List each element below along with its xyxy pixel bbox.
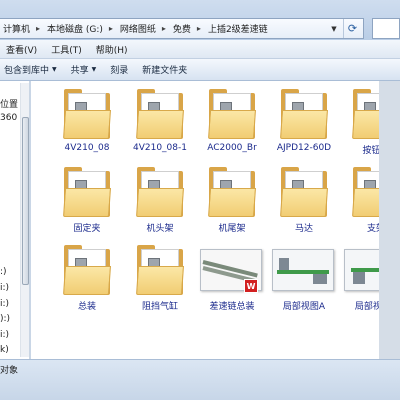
folder-item-head-frame[interactable]: 机头架 [124, 163, 196, 235]
chevron-down-icon: ▼ [52, 66, 57, 73]
nav-item[interactable]: 360 [0, 113, 17, 123]
folder-item-ac2000-br[interactable]: AC2000_Br [196, 85, 268, 157]
nav-item[interactable]: k) [0, 345, 9, 355]
include-in-library-button[interactable]: 包含到库中 ▼ [0, 63, 67, 76]
folder-icon [51, 85, 123, 143]
file-label: 总装 [77, 302, 96, 312]
nav-scrollbar[interactable] [20, 83, 29, 357]
file-label: 机头架 [146, 224, 174, 234]
folder-icon [124, 241, 196, 299]
file-label: 固定夹 [73, 224, 101, 234]
navigation-pane: 位置 360 :) i:) i:) ):) i:) k) [0, 81, 30, 359]
menu-view[interactable]: 查看(V) [0, 43, 45, 56]
folder-item-ajpd12-60d[interactable]: AJPD12-60D [268, 85, 340, 157]
menu-tools[interactable]: 工具(T) [45, 43, 90, 56]
new-folder-button[interactable]: 新建文件夹 [138, 63, 197, 76]
chevron-right-icon[interactable]: ▸ [193, 19, 205, 38]
nav-item[interactable]: 位置 [0, 97, 18, 110]
chevron-right-icon[interactable]: ▸ [32, 19, 44, 38]
chevron-down-icon: ▼ [91, 66, 97, 73]
folder-item-assembly[interactable]: 总装 [51, 241, 123, 313]
solidworks-badge-icon: W [244, 279, 258, 293]
file-label: AC2000_Br [207, 143, 257, 153]
breadcrumb-local-disk[interactable]: 本地磁盘 (G:) [44, 19, 105, 38]
folder-item-4v210-08-1[interactable]: 4V210_08-1 [124, 85, 196, 157]
burn-label: 刻录 [110, 66, 129, 76]
nav-item[interactable]: ):) [0, 314, 10, 324]
new-folder-label: 新建文件夹 [142, 66, 188, 76]
chevron-right-icon[interactable]: ▸ [158, 19, 170, 38]
folder-item-tail-frame[interactable]: 机尾架 [196, 163, 268, 235]
refresh-icon[interactable]: ⟳ [343, 19, 361, 38]
nav-item[interactable]: i:) [0, 330, 9, 340]
address-bar-area: 计算机 ▸ 本地磁盘 (G:) ▸ 网络图纸 ▸ 免费 ▸ 上插2级差速链 ▼ … [0, 0, 400, 40]
folder-icon [124, 163, 196, 221]
share-button[interactable]: 共享 ▼ [67, 63, 107, 76]
file-item-partial-view-a[interactable]: 局部视图A [268, 241, 340, 313]
nav-scrollbar-thumb[interactable] [22, 117, 29, 285]
folder-item-clamp[interactable]: 固定夹 [51, 163, 123, 235]
folder-icon [124, 85, 196, 143]
menu-bar: 查看(V) 工具(T) 帮助(H) [0, 40, 400, 59]
search-input[interactable] [372, 18, 400, 39]
burn-button[interactable]: 刻录 [106, 63, 138, 76]
folder-icon [268, 163, 340, 221]
image-file-icon [268, 241, 340, 299]
folder-item-motor[interactable]: 马达 [268, 163, 340, 235]
folder-icon [268, 85, 340, 143]
folder-icon [196, 85, 268, 143]
address-bar[interactable]: 计算机 ▸ 本地磁盘 (G:) ▸ 网络图纸 ▸ 免费 ▸ 上插2级差速链 ▼ … [0, 18, 364, 39]
file-label: 差速链总装 [209, 302, 255, 312]
file-label: 4V210_08-1 [133, 143, 187, 153]
folder-icon [196, 163, 268, 221]
address-dropdown-icon[interactable]: ▼ [327, 19, 341, 38]
file-item-chain-assembly[interactable]: W 差速链总装 [196, 241, 268, 313]
folder-icon [51, 163, 123, 221]
breadcrumb-free[interactable]: 免费 [170, 19, 193, 38]
content-scrollbar[interactable] [379, 81, 400, 359]
nav-item[interactable]: i:) [0, 283, 9, 293]
file-label: 阻挡气缸 [141, 302, 178, 312]
folder-item-4v210-08[interactable]: 4V210_08 [51, 85, 123, 157]
folder-item-stop-cylinder[interactable]: 阻挡气缸 [124, 241, 196, 313]
nav-item[interactable]: :) [0, 267, 7, 277]
folder-icon [51, 241, 123, 299]
solidworks-file-icon: W [196, 241, 268, 299]
chevron-right-icon[interactable]: ▸ [105, 19, 117, 38]
nav-item[interactable]: i:) [0, 299, 9, 309]
file-label: 马达 [294, 224, 313, 234]
status-text: 对象 [0, 366, 19, 376]
include-in-library-label: 包含到库中 [4, 66, 50, 76]
breadcrumb-current-folder[interactable]: 上插2级差速链 [205, 19, 270, 38]
breadcrumb-computer[interactable]: 计算机 [0, 19, 32, 38]
file-label: 4V210_08 [64, 143, 110, 153]
command-bar: 包含到库中 ▼ 共享 ▼ 刻录 新建文件夹 [0, 59, 400, 81]
file-label: 局部视图A [282, 302, 326, 312]
breadcrumb-network-drawings[interactable]: 网络图纸 [117, 19, 158, 38]
share-label: 共享 [70, 66, 89, 76]
file-list[interactable]: 4V210_08 4V210_08-1 AC2000_Br AJPD12-60D… [31, 81, 400, 359]
file-label: 机尾架 [218, 224, 246, 234]
menu-help[interactable]: 帮助(H) [90, 43, 136, 56]
status-bar: 对象 [0, 359, 400, 400]
file-label: AJPD12-60D [276, 143, 332, 153]
